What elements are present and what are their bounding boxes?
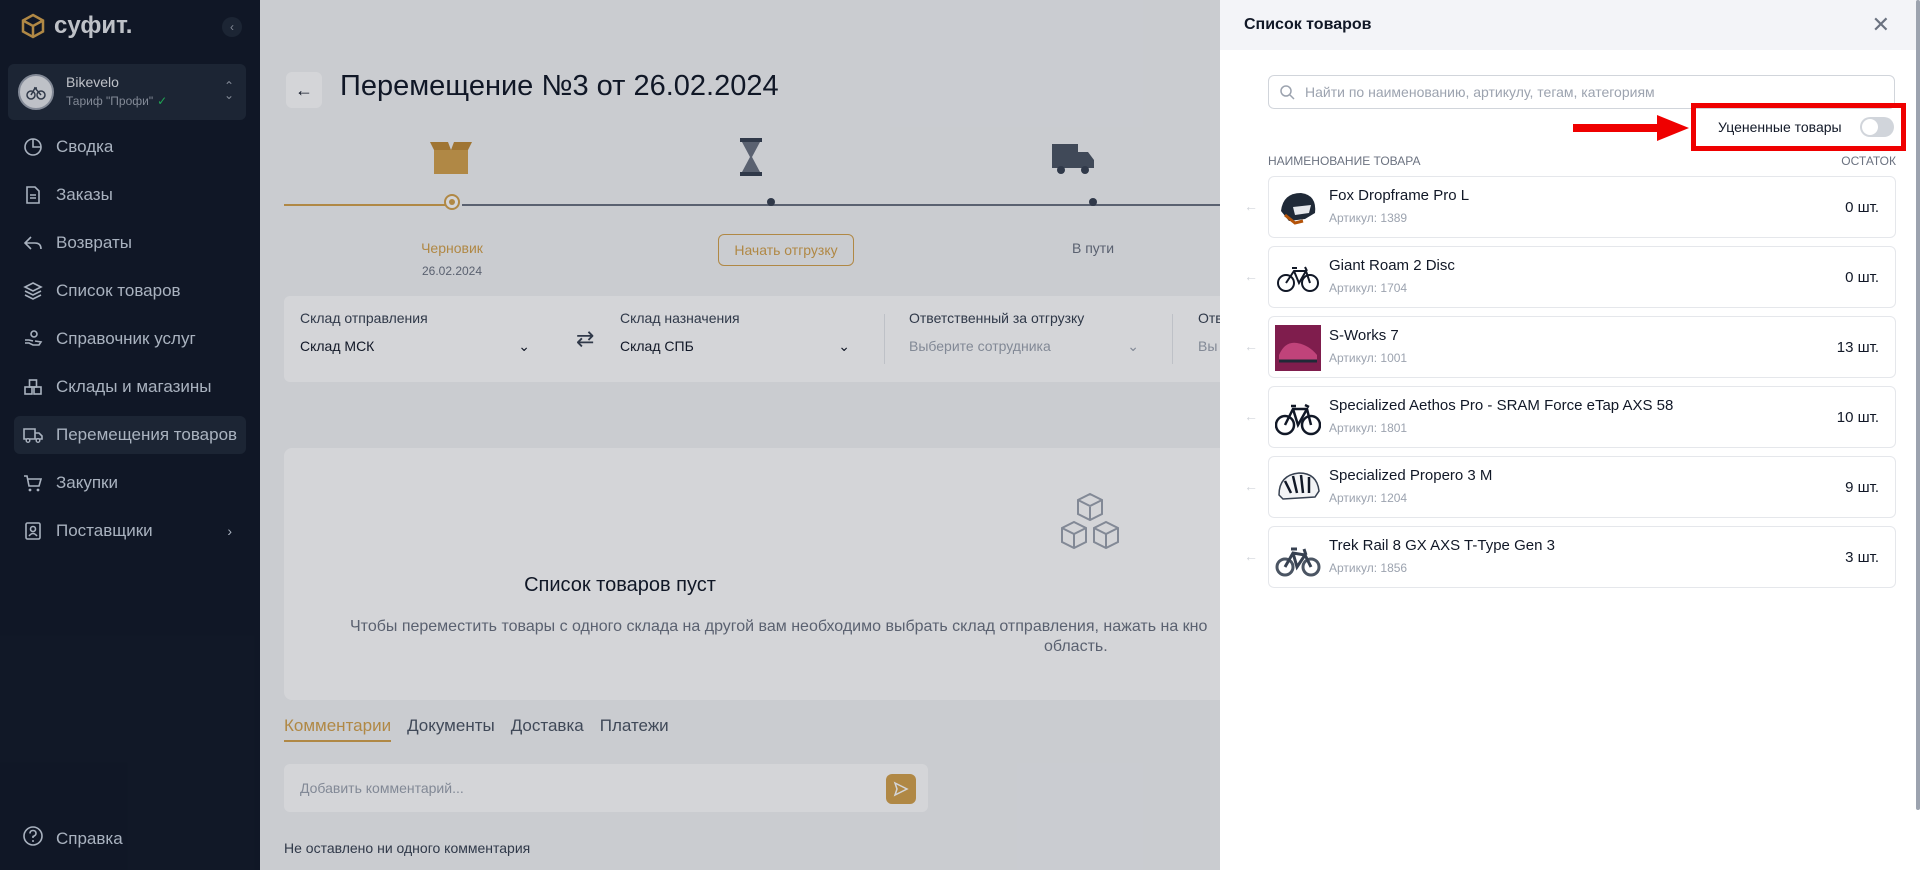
product-row[interactable]: ← Fox Dropframe Pro L Артикул: 1389 0 шт…	[1244, 176, 1900, 238]
arrow-left-icon[interactable]: ←	[1244, 408, 1258, 424]
arrow-left-icon[interactable]: ←	[1244, 268, 1258, 284]
product-row[interactable]: ← S-Works 7 Артикул: 1001 13 шт.	[1244, 316, 1900, 378]
product-stock: 9 шт.	[1845, 479, 1879, 496]
drawer-header: Список товаров ✕	[1220, 0, 1920, 50]
product-stock: 0 шт.	[1845, 199, 1879, 216]
helmet-image	[1281, 193, 1316, 225]
product-stock: 0 шт.	[1845, 269, 1879, 286]
product-stock: 13 шт.	[1836, 339, 1879, 356]
search-icon	[1280, 85, 1295, 100]
product-sku: Артикул: 1801	[1329, 421, 1408, 435]
product-sku: Артикул: 1389	[1329, 211, 1408, 225]
arrow-left-icon[interactable]: ←	[1244, 548, 1258, 564]
product-name: Trek Rail 8 GX AXS T-Type Gen 3	[1329, 537, 1555, 554]
product-row[interactable]: ← Specialized Aethos Pro - SRAM Force eT…	[1244, 386, 1900, 448]
drawer-scrollbar[interactable]	[1916, 0, 1920, 810]
product-row[interactable]: ← Giant Roam 2 Disc Артикул: 1704 0 шт.	[1244, 246, 1900, 308]
arrow-left-icon[interactable]: ←	[1244, 198, 1258, 214]
product-card[interactable]: S-Works 7 Артикул: 1001 13 шт.	[1268, 316, 1896, 378]
product-name: S-Works 7	[1329, 327, 1399, 344]
product-sku: Артикул: 1856	[1329, 561, 1408, 575]
product-card[interactable]: Giant Roam 2 Disc Артикул: 1704 0 шт.	[1268, 246, 1896, 308]
shoe-image	[1275, 325, 1321, 371]
product-row[interactable]: ← Specialized Propero 3 M Артикул: 1204 …	[1244, 456, 1900, 518]
product-list: ← Fox Dropframe Pro L Артикул: 1389 0 шт…	[1244, 176, 1900, 596]
product-card[interactable]: Specialized Propero 3 M Артикул: 1204 9 …	[1268, 456, 1896, 518]
drawer-title: Список товаров	[1244, 16, 1372, 33]
product-stock: 3 шт.	[1845, 549, 1879, 566]
white-helmet-image	[1278, 472, 1320, 500]
products-drawer: Список товаров ✕ Уцененные товары НАИМЕН…	[1220, 0, 1920, 870]
arrow-left-icon[interactable]: ←	[1244, 478, 1258, 494]
product-sku: Артикул: 1001	[1329, 351, 1408, 365]
road-bike-image	[1275, 403, 1321, 436]
close-icon[interactable]: ✕	[1872, 12, 1890, 38]
discount-toggle[interactable]	[1860, 117, 1894, 137]
search-input[interactable]	[1305, 82, 1875, 102]
product-card[interactable]: Specialized Aethos Pro - SRAM Force eTap…	[1268, 386, 1896, 448]
product-name: Specialized Propero 3 M	[1329, 467, 1493, 484]
mtb-image	[1275, 547, 1321, 577]
annotation-arrow	[1573, 115, 1689, 141]
product-name: Fox Dropframe Pro L	[1329, 187, 1470, 204]
product-stock: 10 шт.	[1836, 409, 1879, 426]
product-card[interactable]: Fox Dropframe Pro L Артикул: 1389 0 шт.	[1268, 176, 1896, 238]
column-header-stock: ОСТАТОК	[1841, 154, 1896, 168]
product-name: Giant Roam 2 Disc	[1329, 257, 1455, 274]
product-row[interactable]: ← Trek Rail 8 GX AXS T-Type Gen 3 Артику…	[1244, 526, 1900, 588]
bike-image	[1277, 266, 1319, 292]
arrow-left-icon[interactable]: ←	[1244, 338, 1258, 354]
column-header-name: НАИМЕНОВАНИЕ ТОВАРА	[1268, 154, 1421, 168]
discount-toggle-label: Уцененные товары	[1718, 119, 1842, 135]
modal-backdrop[interactable]	[0, 0, 1220, 870]
product-sku: Артикул: 1704	[1329, 281, 1408, 295]
product-sku: Артикул: 1204	[1329, 491, 1408, 505]
product-name: Specialized Aethos Pro - SRAM Force eTap…	[1329, 397, 1674, 414]
product-card[interactable]: Trek Rail 8 GX AXS T-Type Gen 3 Артикул:…	[1268, 526, 1896, 588]
